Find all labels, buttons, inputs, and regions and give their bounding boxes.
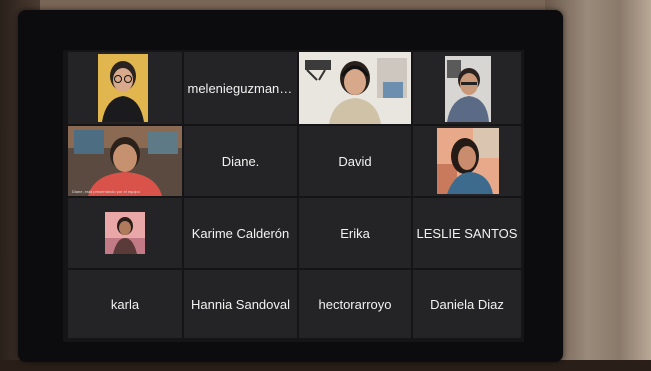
participant-tile[interactable]: David — [299, 126, 411, 196]
participant-name: Hannia Sandoval — [190, 296, 291, 312]
participant-avatar — [445, 56, 491, 122]
participant-name: Karime Calderón — [191, 225, 290, 241]
participant-tile-photo-4[interactable] — [68, 198, 182, 268]
participant-tile[interactable]: Diane. — [184, 126, 297, 196]
participant-tile-active-speaker[interactable] — [299, 52, 411, 124]
participant-name: Daniela Diaz — [430, 296, 504, 312]
participant-avatar — [105, 212, 145, 254]
participant-avatar — [98, 54, 148, 122]
participant-tile[interactable]: Karime Calderón — [184, 198, 297, 268]
participant-tile[interactable]: karla — [68, 270, 182, 338]
participant-name: LESLIE SANTOS — [416, 225, 518, 241]
participant-tile[interactable]: melenieguzmano... — [184, 52, 297, 124]
participant-name: Diane. — [221, 153, 260, 169]
participant-grid: melenieguzmano... Diane, está presentand… — [68, 52, 521, 338]
participant-tile[interactable]: hectorarroyo — [299, 270, 411, 338]
participant-name: hectorarroyo — [318, 296, 392, 312]
participant-name: karla — [110, 296, 140, 312]
participant-tile-video[interactable]: Diane, está presentando por el equipo — [68, 126, 182, 196]
participant-name: melenieguzmano... — [187, 80, 294, 96]
presenting-caption: Diane, está presentando por el equipo — [72, 189, 140, 194]
participant-tile-photo-3[interactable] — [413, 126, 521, 196]
participant-tile[interactable]: LESLIE SANTOS — [413, 198, 521, 268]
participant-name: David — [338, 153, 372, 169]
participant-tile[interactable]: Erika — [299, 198, 411, 268]
participant-tile-photo-1[interactable] — [68, 52, 182, 124]
participant-tile[interactable]: Daniela Diaz — [413, 270, 521, 338]
participant-video — [299, 52, 411, 124]
participant-avatar — [437, 128, 499, 194]
participant-video — [68, 126, 182, 196]
participant-name: Erika — [340, 225, 370, 241]
participant-tile-photo-2[interactable] — [413, 52, 521, 124]
participant-tile[interactable]: Hannia Sandoval — [184, 270, 297, 338]
